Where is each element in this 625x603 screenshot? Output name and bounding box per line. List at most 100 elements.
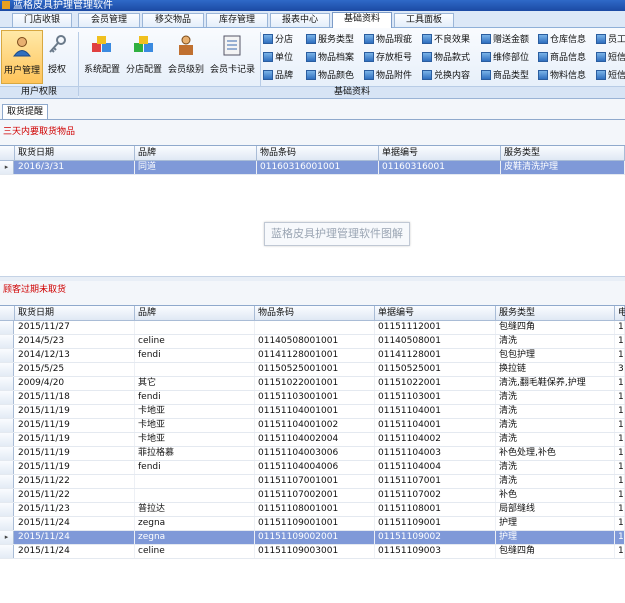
- row-selector[interactable]: ▸: [0, 161, 14, 174]
- overdue-grid[interactable]: 取货日期 品牌 物品条码 单据编号 服务类型 电 2015/11/27 01151…: [0, 305, 625, 603]
- table-cell[interactable]: 01141128001: [375, 349, 496, 362]
- table-cell[interactable]: 2016/3/31: [15, 161, 135, 174]
- table-cell[interactable]: 清洗: [496, 419, 615, 432]
- table-row[interactable]: 2009/4/20 其它 01151022001001 01151022001 清洗,翻…: [0, 377, 625, 391]
- table-cell[interactable]: 01160316001: [379, 161, 501, 174]
- table-cell[interactable]: 补色处理,补色: [496, 447, 615, 460]
- table-cell[interactable]: 皮鞋清洗护理: [501, 161, 625, 174]
- exchange-content-button[interactable]: 兑换内容: [422, 69, 470, 83]
- table-cell[interactable]: 01151022001: [375, 377, 496, 390]
- table-cell[interactable]: 同道: [135, 161, 257, 174]
- unit-button[interactable]: 单位: [263, 51, 293, 65]
- table-cell[interactable]: 01151022001001: [255, 377, 375, 390]
- table-cell[interactable]: 2015/11/24: [15, 517, 135, 530]
- table-cell[interactable]: 18: [615, 391, 625, 404]
- table-cell[interactable]: 01151104004: [375, 461, 496, 474]
- row-selector[interactable]: [0, 405, 14, 418]
- row-selector[interactable]: ▸: [0, 531, 14, 544]
- table-row[interactable]: 2015/11/19 fendi 01151104004006 01151104004…: [0, 461, 625, 475]
- col-header-service-type[interactable]: 服务类型: [496, 306, 615, 321]
- table-cell[interactable]: 13: [615, 517, 625, 530]
- row-selector[interactable]: [0, 419, 14, 432]
- table-cell[interactable]: 01151112001: [375, 321, 496, 334]
- table-cell[interactable]: 12: [615, 321, 625, 334]
- table-cell[interactable]: 2015/11/24: [15, 545, 135, 558]
- table-cell[interactable]: 01151103001: [375, 391, 496, 404]
- table-cell[interactable]: 清洗: [496, 335, 615, 348]
- table-cell[interactable]: 包缝四角: [496, 321, 615, 334]
- col-header-brand[interactable]: 品牌: [135, 306, 255, 321]
- table-row[interactable]: 2015/11/22 0115110700100101151107001清洗18: [0, 475, 625, 489]
- row-selector[interactable]: [0, 545, 14, 558]
- table-cell[interactable]: 2015/11/19: [15, 419, 135, 432]
- table-cell[interactable]: 01151109001001: [255, 517, 375, 530]
- tab-basic-data[interactable]: 基础资料: [332, 12, 392, 28]
- row-selector[interactable]: [0, 517, 14, 530]
- material-info-button[interactable]: 物料信息: [538, 69, 586, 83]
- table-cell[interactable]: 包包护理: [496, 349, 615, 362]
- table-cell[interactable]: 2015/11/27: [15, 321, 135, 334]
- authorize-button[interactable]: 授权: [40, 30, 74, 82]
- pickup-soon-grid[interactable]: 取货日期 品牌 物品条码 单据编号 服务类型 ▸ 2016/3/31 同道 01160…: [0, 145, 625, 277]
- col-header-pickup-date[interactable]: 取货日期: [15, 306, 135, 321]
- table-cell[interactable]: 补色: [496, 489, 615, 502]
- table-cell[interactable]: 包缝四角: [496, 545, 615, 558]
- table-row[interactable]: 2015/11/27 01151112001包缝四角12: [0, 321, 625, 335]
- staff-button[interactable]: 员工: [596, 33, 625, 47]
- table-cell[interactable]: 01151109002001: [255, 531, 375, 544]
- table-cell[interactable]: 01151104004006: [255, 461, 375, 474]
- table-cell[interactable]: 换拉链: [496, 363, 615, 376]
- col-header-barcode[interactable]: 物品条码: [255, 306, 375, 321]
- col-header-pickup-date[interactable]: 取货日期: [15, 146, 135, 161]
- repair-part-button[interactable]: 维修部位: [481, 51, 529, 65]
- table-cell[interactable]: 01151104001: [375, 405, 496, 418]
- tab-member[interactable]: 会员管理: [78, 13, 140, 27]
- table-cell[interactable]: 清洗: [496, 461, 615, 474]
- branch-button[interactable]: 分店: [263, 33, 293, 47]
- system-config-button[interactable]: 系统配置: [82, 30, 122, 82]
- row-selector[interactable]: [0, 461, 14, 474]
- table-cell[interactable]: 01150525001001: [255, 363, 375, 376]
- table-cell[interactable]: 01151104003: [375, 447, 496, 460]
- storage-cabinet-button[interactable]: 存放柜号: [364, 51, 412, 65]
- table-cell[interactable]: 局部缝线: [496, 503, 615, 516]
- row-selector[interactable]: [0, 363, 14, 376]
- product-type-button[interactable]: 商品类型: [481, 69, 529, 83]
- row-selector[interactable]: [0, 391, 14, 404]
- table-row[interactable]: 2015/11/24 celine 01151109003001 0115110900…: [0, 545, 625, 559]
- table-cell[interactable]: 01151109002: [375, 531, 496, 544]
- table-row[interactable]: 2015/11/19 菲拉格慕 01151104003006 01151104003 补…: [0, 447, 625, 461]
- table-cell[interactable]: 2015/5/25: [15, 363, 135, 376]
- row-selector[interactable]: [0, 489, 14, 502]
- table-cell[interactable]: [135, 475, 255, 488]
- bad-effect-button[interactable]: 不良效果: [422, 33, 470, 47]
- table-cell[interactable]: 卡地亚: [135, 433, 255, 446]
- gift-amount-button[interactable]: 赠送金额: [481, 33, 529, 47]
- user-manage-button[interactable]: 用户管理: [1, 30, 43, 84]
- table-cell[interactable]: 2015/11/22: [15, 489, 135, 502]
- warehouse-info-button[interactable]: 仓库信息: [538, 33, 586, 47]
- table-cell[interactable]: fendi: [135, 391, 255, 404]
- table-cell[interactable]: 14: [615, 531, 625, 544]
- table-cell[interactable]: 2015/11/19: [15, 405, 135, 418]
- table-cell[interactable]: 13: [615, 461, 625, 474]
- row-selector[interactable]: [0, 349, 14, 362]
- item-archive-button[interactable]: 物品档案: [306, 51, 354, 65]
- table-cell[interactable]: [255, 321, 375, 334]
- col-header-brand[interactable]: 品牌: [135, 146, 257, 161]
- col-header-phone[interactable]: 电: [615, 306, 625, 321]
- table-cell[interactable]: 01151107002: [375, 489, 496, 502]
- table-cell[interactable]: 18: [615, 349, 625, 362]
- table-row[interactable]: 2015/11/22 0115110700200101151107002补色13: [0, 489, 625, 503]
- tab-transfer[interactable]: 移交物品: [142, 13, 204, 27]
- table-cell[interactable]: fendi: [135, 461, 255, 474]
- split-divider[interactable]: [0, 276, 625, 281]
- table-cell[interactable]: 菲拉格慕: [135, 447, 255, 460]
- item-flaw-button[interactable]: 物品瑕疵: [364, 33, 412, 47]
- table-cell[interactable]: 01151104002: [375, 433, 496, 446]
- table-cell[interactable]: 普拉达: [135, 503, 255, 516]
- table-row[interactable]: 2015/11/19 卡地亚 01151104002004 01151104002 清洗…: [0, 433, 625, 447]
- table-cell[interactable]: celine: [135, 335, 255, 348]
- table-row[interactable]: ▸ 2016/3/31 同道 01160316001001 01160316001 皮鞋清…: [0, 161, 625, 175]
- table-row[interactable]: 2015/11/23 普拉达 01151108001001 01151108001 局部…: [0, 503, 625, 517]
